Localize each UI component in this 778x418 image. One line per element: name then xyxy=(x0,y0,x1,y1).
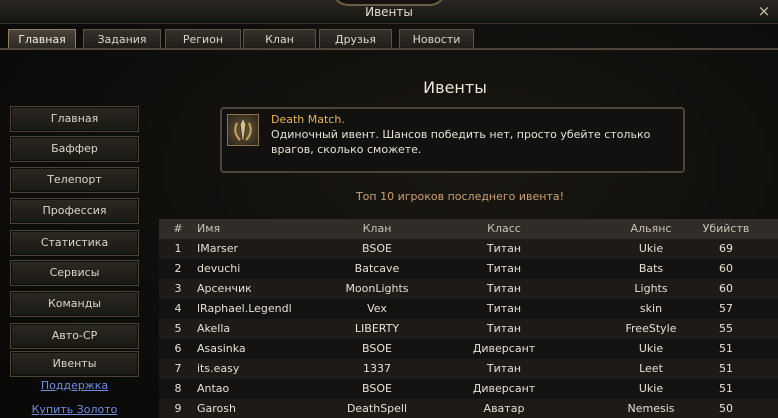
sword-icon xyxy=(227,114,259,146)
row-kills: 60 xyxy=(719,282,733,295)
row-name: Antao xyxy=(197,382,230,395)
row-clan: DeathSpell xyxy=(346,402,408,415)
header-number: # xyxy=(173,222,183,235)
row-name: devuchi xyxy=(197,262,241,275)
header-kills: Убийств xyxy=(702,222,750,235)
row-class: Титан xyxy=(486,322,522,335)
row-clan: Batcave xyxy=(354,262,400,275)
row-clan: Vex xyxy=(367,302,387,315)
sidebar-button-teleport[interactable]: Телепорт xyxy=(10,167,139,193)
row-clan: LIBERTY xyxy=(354,322,400,335)
table-header: # Имя Клан Класс Альянс Убийств xyxy=(159,219,778,239)
sidebar-button-commands[interactable]: Команды xyxy=(10,291,139,317)
row-number: 9 xyxy=(174,402,182,415)
row-name: lRaphael.Legendl xyxy=(197,302,292,315)
row-number: 1 xyxy=(174,242,182,255)
row-number: 5 xyxy=(174,322,182,335)
row-name: its.easy xyxy=(197,362,240,375)
tab-clan[interactable]: Клан xyxy=(243,29,316,49)
events-window: Ивенты × Главная Задания Регион Клан Дру… xyxy=(0,0,778,418)
row-name: Akella xyxy=(197,322,231,335)
row-clan: BSOE xyxy=(362,382,392,395)
sidebar-button-statistics[interactable]: Статистика xyxy=(10,230,139,256)
support-link[interactable]: Поддержка xyxy=(10,379,139,392)
row-name: Арсенчик xyxy=(197,282,252,295)
row-class: Титан xyxy=(486,362,522,375)
table-row: 3 Арсенчик MoonLights Титан Lights 60 xyxy=(159,279,778,299)
tab-friends[interactable]: Друзья xyxy=(319,29,392,49)
top-players-subtitle: Топ 10 игроков последнего ивента! xyxy=(355,190,565,203)
row-name: IMarser xyxy=(197,242,239,255)
tab-quests[interactable]: Задания xyxy=(83,29,161,49)
header-name: Имя xyxy=(197,222,221,235)
title-bar[interactable]: Ивенты × xyxy=(0,0,778,24)
row-name: Garosh xyxy=(197,402,236,415)
sidebar-button-main[interactable]: Главная xyxy=(10,106,139,132)
row-kills: 55 xyxy=(719,322,733,335)
row-class: Аватар xyxy=(483,402,525,415)
window-title: Ивенты xyxy=(365,5,413,19)
row-number: 3 xyxy=(174,282,182,295)
row-class: Титан xyxy=(486,282,522,295)
row-kills: 57 xyxy=(719,302,733,315)
header-clan: Клан xyxy=(362,222,392,235)
event-description: Одиночный ивент. Шансов победить нет, пр… xyxy=(271,128,651,156)
event-info-box: Death Match. Одиночный ивент. Шансов поб… xyxy=(220,107,685,173)
row-class: Титан xyxy=(486,262,522,275)
row-class: Титан xyxy=(486,302,522,315)
tab-news[interactable]: Новости xyxy=(399,29,474,49)
sidebar-button-auto-cp[interactable]: Авто-CP xyxy=(10,323,139,349)
table-row: 7 its.easy 1337 Титан Leet 51 xyxy=(159,359,778,379)
tab-region[interactable]: Регион xyxy=(165,29,241,49)
row-clan: 1337 xyxy=(363,362,391,375)
row-kills: 51 xyxy=(719,382,733,395)
row-class: Диверсант xyxy=(472,382,536,395)
header-class: Класс xyxy=(487,222,521,235)
page-heading: Ивенты xyxy=(423,78,487,97)
row-clan: MoonLights xyxy=(345,282,409,295)
row-number: 7 xyxy=(174,362,182,375)
tab-main[interactable]: Главная xyxy=(8,29,76,50)
table-row: 8 Antao BSOE Диверсант Ukie 51 xyxy=(159,379,778,399)
row-kills: 50 xyxy=(719,402,733,415)
close-icon[interactable]: × xyxy=(756,3,772,19)
event-title: Death Match. xyxy=(271,113,345,126)
row-number: 6 xyxy=(174,342,182,355)
table-row: 1 IMarser BSOE Титан Ukie 69 xyxy=(159,239,778,259)
sidebar-button-events[interactable]: Ивенты xyxy=(10,351,139,377)
row-number: 8 xyxy=(174,382,182,395)
row-number: 4 xyxy=(174,302,182,315)
table-row: 4 lRaphael.Legendl Vex Титан skin 57 xyxy=(159,299,778,319)
row-kills: 60 xyxy=(719,262,733,275)
row-clan: BSOE xyxy=(362,342,392,355)
row-number: 2 xyxy=(174,262,182,275)
row-kills: 51 xyxy=(719,342,733,355)
buy-gold-link[interactable]: Купить Золото xyxy=(10,403,139,416)
row-kills: 51 xyxy=(719,362,733,375)
row-class: Диверсант xyxy=(472,342,536,355)
sidebar-button-buffer[interactable]: Баффер xyxy=(10,136,139,162)
sidebar-button-profession[interactable]: Профессия xyxy=(10,198,139,224)
row-name: Asasinka xyxy=(197,342,246,355)
table-row: 2 devuchi Batcave Титан Bats 60 xyxy=(159,259,778,279)
sidebar-button-services[interactable]: Сервисы xyxy=(10,260,139,286)
tab-divider xyxy=(0,48,778,50)
row-clan: BSOE xyxy=(362,242,392,255)
table-row: 6 Asasinka BSOE Диверсант Ukie 51 xyxy=(159,339,778,359)
table-row: 9 Garosh DeathSpell Аватар Nemesis 50 xyxy=(159,399,778,418)
table-row: 5 Akella LIBERTY Титан FreeStyle 55 xyxy=(159,319,778,339)
row-class: Титан xyxy=(486,242,522,255)
row-kills: 69 xyxy=(719,242,733,255)
